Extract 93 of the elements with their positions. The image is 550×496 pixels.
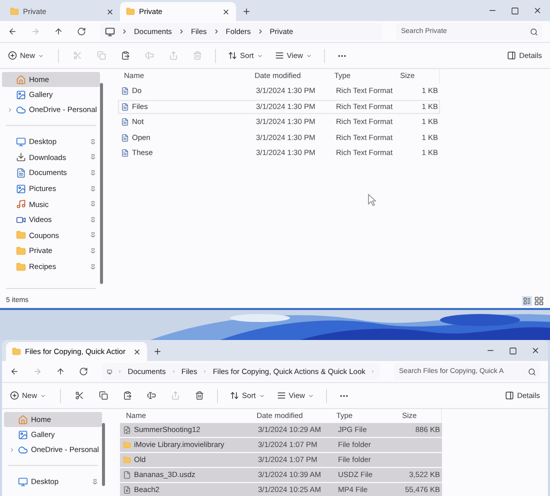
- close-icon[interactable]: [531, 346, 540, 355]
- close-icon[interactable]: [222, 8, 230, 16]
- pin-icon: [90, 186, 96, 192]
- image-file-icon: [123, 426, 131, 434]
- sort-icon: [228, 51, 238, 60]
- home-icon: [18, 414, 28, 424]
- sort-icon: [230, 391, 240, 400]
- pin-icon: [90, 232, 96, 238]
- caret-icon: [38, 52, 44, 58]
- document-icon: [121, 134, 129, 142]
- scrollbar[interactable]: [102, 423, 105, 486]
- folder-icon: [126, 7, 135, 16]
- gallery-icon: [18, 430, 28, 440]
- desktop-icon: [16, 136, 26, 147]
- close-icon[interactable]: [106, 8, 114, 16]
- caret-icon: [258, 392, 265, 398]
- back-icon[interactable]: [10, 367, 19, 376]
- pictures-icon: [16, 184, 26, 194]
- maximize-icon[interactable]: [509, 346, 517, 354]
- details-view-icon[interactable]: [522, 296, 532, 306]
- chevron-icon: [178, 28, 185, 35]
- cut-icon: [74, 391, 84, 400]
- pin-icon: [90, 216, 96, 223]
- folder-icon: [10, 7, 19, 16]
- search-icon: [528, 368, 536, 376]
- pin-icon: [90, 170, 96, 176]
- copy-icon: [96, 51, 106, 60]
- download-icon: [16, 152, 26, 162]
- view-icon: [276, 391, 286, 400]
- close-icon[interactable]: [133, 348, 142, 356]
- details-pane-icon: [505, 391, 514, 400]
- search-icon: [530, 28, 538, 36]
- file-icon: [123, 471, 131, 479]
- chevron-icon: [256, 28, 264, 35]
- scrollbar[interactable]: [100, 83, 103, 284]
- up-icon[interactable]: [56, 367, 65, 376]
- cloud-icon: [18, 444, 28, 454]
- document-icon: [121, 87, 129, 95]
- copy-icon: [98, 391, 108, 400]
- delete-icon: [194, 391, 204, 400]
- rename-icon: [144, 51, 154, 60]
- refresh-icon[interactable]: [79, 367, 88, 376]
- folder-icon: [123, 456, 131, 464]
- up-icon[interactable]: [54, 27, 63, 36]
- desktop-icon: [18, 476, 28, 487]
- home-icon: [16, 74, 26, 84]
- cursor-icon: [368, 194, 376, 206]
- computer-icon: [107, 366, 112, 376]
- back-icon[interactable]: [8, 27, 17, 36]
- caret-icon: [40, 392, 46, 398]
- new-tab-icon[interactable]: [242, 7, 251, 16]
- view-icon: [274, 51, 284, 60]
- chevron-icon: [121, 28, 128, 35]
- folder-icon: [123, 441, 131, 449]
- tiles-view-icon[interactable]: [534, 296, 544, 306]
- folder-icon: [16, 262, 26, 272]
- pin-icon: [90, 154, 96, 160]
- pin-icon: [90, 138, 96, 145]
- document-icon: [121, 102, 129, 110]
- paste-icon: [120, 51, 130, 60]
- refresh-icon[interactable]: [77, 27, 86, 36]
- folder-icon: [16, 246, 26, 256]
- computer-icon: [105, 26, 115, 36]
- document-icon: [121, 149, 129, 157]
- maximize-icon[interactable]: [511, 6, 519, 14]
- new-tab-icon[interactable]: [153, 347, 162, 356]
- music-icon: [16, 199, 26, 210]
- share-icon: [168, 51, 178, 60]
- caret-icon: [308, 392, 314, 398]
- document-icon: [16, 168, 26, 178]
- cut-icon: [72, 51, 82, 60]
- pin-icon: [90, 248, 96, 254]
- delete-icon: [192, 51, 202, 60]
- rename-icon: [146, 391, 156, 400]
- pin-icon: [90, 264, 96, 270]
- add-icon: [10, 391, 19, 400]
- add-icon: [8, 51, 17, 60]
- share-icon: [170, 391, 180, 400]
- folder-icon: [16, 230, 26, 240]
- folder-icon: [12, 347, 21, 356]
- video-icon: [16, 214, 26, 225]
- close-icon[interactable]: [533, 6, 542, 15]
- gallery-icon: [16, 90, 26, 100]
- video-file-icon: [123, 486, 131, 494]
- pin-icon: [90, 201, 96, 208]
- document-icon: [121, 118, 129, 126]
- cloud-icon: [16, 104, 26, 114]
- details-pane-icon: [507, 51, 516, 60]
- pin-icon: [92, 478, 98, 485]
- caret-icon: [306, 52, 312, 58]
- chevron-icon: [212, 28, 220, 35]
- paste-icon: [122, 391, 132, 400]
- caret-icon: [256, 52, 263, 58]
